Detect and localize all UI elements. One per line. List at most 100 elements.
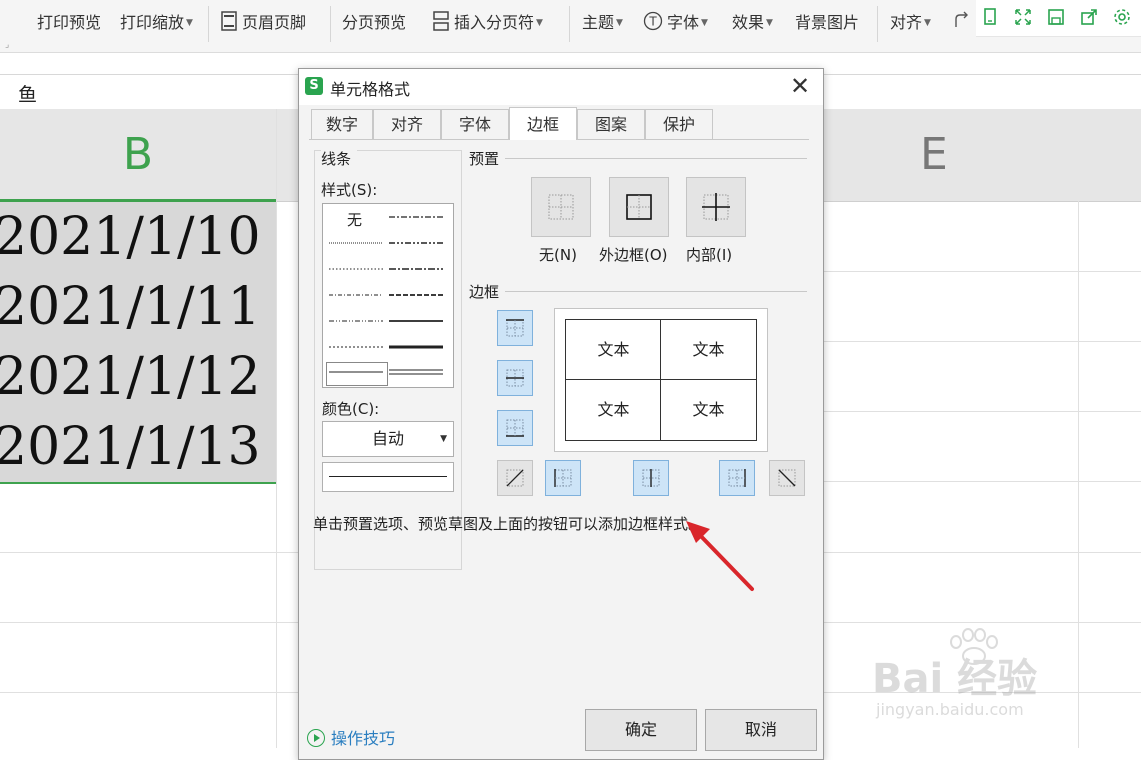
ribbon-separator [208, 6, 209, 42]
line-preview [322, 462, 454, 492]
preset-outline-label: 外边框(O) [599, 246, 668, 264]
border-right-button[interactable] [719, 460, 755, 496]
grid-line [276, 109, 277, 748]
lines-group-label: 线条 [321, 148, 358, 169]
background-image-button[interactable]: 背景图片 [795, 11, 859, 35]
cell-b-date[interactable]: 2021/1/11 [0, 272, 276, 343]
cell-b-date[interactable]: 2021/1/12 [0, 342, 276, 413]
tab-border[interactable]: 边框 [509, 107, 577, 140]
border-middle-vertical-button[interactable] [633, 460, 669, 496]
ribbon-separator [330, 6, 331, 42]
preset-none-button[interactable] [531, 177, 591, 237]
group-expand-icon[interactable]: ⌟ [5, 40, 9, 50]
grid-line [820, 481, 1141, 482]
rotate-icon-svg [955, 11, 968, 27]
cancel-button[interactable]: 取消 [705, 709, 817, 751]
svg-text:T: T [648, 15, 657, 29]
tab-font[interactable]: 字体 [441, 109, 509, 139]
ok-button[interactable]: 确定 [585, 709, 697, 751]
formula-bar-value: 鱼 [18, 84, 38, 106]
ribbon-toolbar: ⌟ 打印预览 打印缩放 ▼ 页眉页脚 分页预览 插入分页符 ▼ 主题 ▼ T 字体 ▼ 效… [0, 0, 1141, 53]
tab-pattern[interactable]: 图案 [577, 109, 645, 139]
settings-gear-icon[interactable] [1112, 7, 1132, 27]
color-select-value: 自动 [371, 429, 404, 448]
presets-group-line [469, 158, 807, 159]
column-header-b[interactable]: B [0, 109, 276, 202]
tab-protection[interactable]: 保护 [645, 109, 713, 139]
effects-button[interactable]: 效果 ▼ [732, 11, 773, 35]
cell-b-date[interactable]: 2021/1/10 [0, 202, 276, 273]
preview-cell-text: 文本 [597, 400, 630, 419]
border-tab-panel: 线条 样式(S): 无 颜色(C): 自动 ▼ 预置 无(N) 外边框(O) 内… [309, 139, 809, 570]
ribbon-separator [877, 6, 878, 42]
format-cells-dialog: S 单元格格式 ✕ 数字 对齐 字体 边框 图案 保护 线条 样式(S): 无 [298, 68, 824, 760]
border-diagonal-down-button[interactable] [769, 460, 805, 496]
print-scale-button[interactable]: 打印缩放 ▼ [120, 11, 193, 35]
style-label: 样式(S): [321, 179, 384, 200]
color-select[interactable]: 自动 ▼ [322, 421, 454, 457]
phone-view-icon[interactable] [980, 7, 1000, 27]
border-top-icon [506, 319, 524, 337]
border-diagonal-up-button[interactable] [497, 460, 533, 496]
play-icon [307, 729, 325, 747]
font-label: 字体 [667, 13, 700, 32]
watermark-brand: Bai 经验 [872, 656, 1038, 702]
tab-number[interactable]: 数字 [311, 109, 373, 139]
close-icon[interactable]: ✕ [787, 72, 813, 100]
font-button[interactable]: T 字体 ▼ [643, 11, 708, 35]
theme-button[interactable]: 主题 ▼ [582, 11, 623, 35]
preview-cell-text: 文本 [692, 340, 725, 359]
dropdown-arrow-icon: ▼ [924, 18, 931, 28]
grid-line [820, 411, 1141, 412]
preview-cell-text: 文本 [597, 340, 630, 359]
insert-page-break-button[interactable]: 插入分页符 ▼ [432, 11, 543, 35]
watermark-url: jingyan.baidu.com [876, 700, 1024, 719]
cell-b-date[interactable]: 2021/1/13 [0, 412, 276, 483]
print-preview-label: 打印预览 [37, 13, 102, 32]
dialog-title-bar[interactable]: S 单元格格式 ✕ [299, 69, 823, 105]
border-top-button[interactable] [497, 310, 533, 346]
background-image-label: 背景图片 [795, 13, 860, 32]
border-middle-vertical-icon [642, 469, 660, 487]
dropdown-arrow-icon: ▼ [616, 18, 623, 28]
column-header-e[interactable]: E [820, 109, 1141, 202]
border-preview[interactable]: 文本 文本 文本 文本 [554, 308, 768, 452]
red-annotation-arrow [686, 521, 754, 591]
rotate-icon[interactable] [952, 11, 972, 35]
preset-none-label: 无(N) [539, 246, 577, 264]
align-button[interactable]: 对齐 ▼ [890, 11, 931, 35]
page-break-icon [433, 11, 449, 31]
border-diagonal-up-icon [506, 469, 524, 487]
page-break-preview-button[interactable]: 分页预览 [342, 11, 406, 35]
effects-label: 效果 [732, 13, 765, 32]
border-middle-horizontal-button[interactable] [497, 360, 533, 396]
save-icon[interactable] [1046, 7, 1066, 27]
preset-none-icon [548, 194, 574, 220]
dropdown-arrow-icon: ▼ [766, 18, 773, 28]
preview-table: 文本 文本 文本 文本 [565, 319, 757, 441]
preset-inside-button[interactable] [686, 177, 746, 237]
chevron-down-icon: ▼ [440, 434, 447, 444]
grid-line [820, 271, 1141, 272]
tab-alignment[interactable]: 对齐 [373, 109, 441, 139]
line-style-list[interactable]: 无 [322, 203, 454, 388]
wps-sheet-logo-icon: S [305, 77, 323, 95]
border-bottom-icon [506, 419, 524, 437]
align-label: 对齐 [890, 13, 923, 32]
line-style-selected [326, 362, 388, 386]
print-preview-button[interactable]: 打印预览 [37, 11, 101, 35]
header-footer-button[interactable]: 页眉页脚 [220, 11, 306, 35]
preset-outline-button[interactable] [609, 177, 669, 237]
fullscreen-icon[interactable] [1013, 7, 1033, 27]
header-footer-label: 页眉页脚 [242, 13, 307, 32]
page-break-preview-label: 分页预览 [342, 13, 407, 32]
border-left-button[interactable] [545, 460, 581, 496]
dropdown-arrow-icon: ▼ [701, 18, 708, 28]
share-icon[interactable] [1079, 7, 1099, 27]
theme-label: 主题 [582, 13, 615, 32]
border-group-line [469, 291, 807, 292]
operation-tips-link[interactable]: 操作技巧 [307, 725, 395, 749]
dialog-title: 单元格格式 [330, 80, 411, 99]
operation-tips-label: 操作技巧 [331, 729, 396, 748]
border-bottom-button[interactable] [497, 410, 533, 446]
